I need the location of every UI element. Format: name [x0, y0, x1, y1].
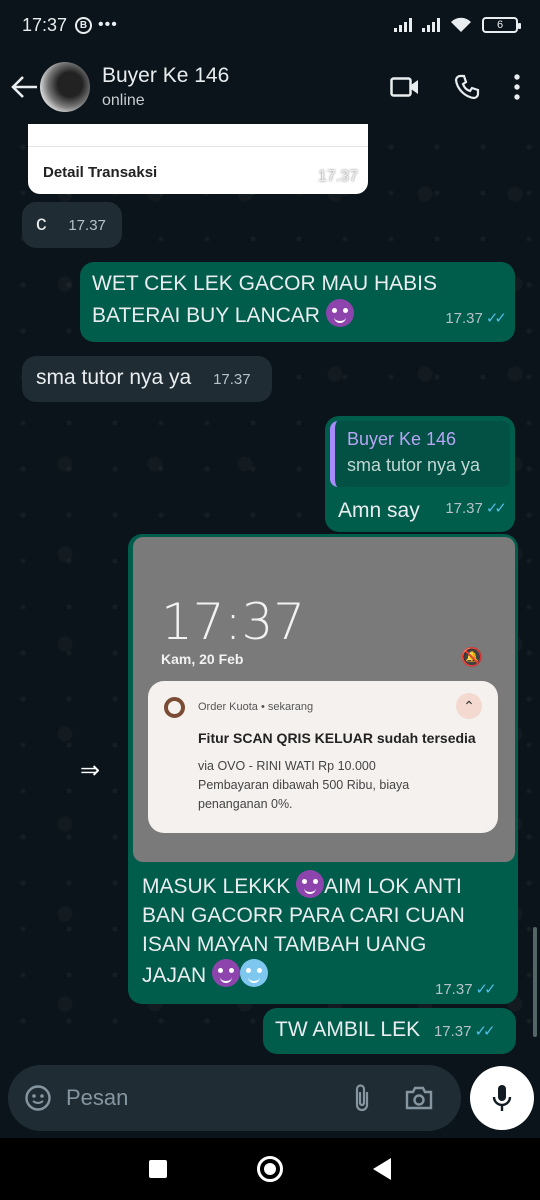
recents-icon[interactable] — [149, 1160, 167, 1178]
chevron-up-icon: ⌃ — [456, 693, 482, 719]
cold-face-emoji-icon — [240, 959, 269, 987]
quoted-name: Buyer Ke 146 — [347, 429, 457, 449]
message-meta: 17.37 ✓✓ — [445, 303, 507, 334]
image-caption: MASUK LEKKK AIM LOK ANTI BAN GACORR PARA… — [142, 870, 502, 990]
read-ticks-icon: ✓✓ — [474, 1023, 495, 1040]
status-bar: 17:37 B ••• 6 — [0, 0, 540, 50]
notification-title: Fitur SCAN QRIS KELUAR sudah tersedia — [198, 730, 476, 746]
message-outgoing-reply[interactable]: Buyer Ke 146 sma tutor nya ya Amn say 17… — [325, 416, 515, 532]
read-ticks-icon: ✓✓ — [485, 310, 507, 327]
message-incoming[interactable]: c 17.37 — [22, 202, 122, 248]
message-time: 17.37 — [68, 217, 106, 234]
composer: Pesan — [0, 1060, 540, 1138]
alarm-icon: 🔕 — [460, 647, 483, 667]
screenshot-image[interactable]: 17:37 Kam, 20 Feb 🔕 Order Kuota • sekara… — [133, 537, 515, 862]
card-label: Detail Transaksi — [43, 164, 158, 181]
mic-icon — [492, 1085, 512, 1111]
message-time: 17.37 — [433, 1023, 472, 1040]
quoted-text: sma tutor nya ya — [347, 455, 481, 475]
field-actions — [353, 1083, 445, 1113]
message-field[interactable]: Pesan — [8, 1065, 461, 1131]
smiling-devil-emoji-icon — [325, 299, 354, 327]
caption-line-1b: AIM LOK ANTI — [324, 875, 462, 898]
message-meta: 17.37 ✓✓ — [445, 493, 507, 524]
message-time: 17.37 — [435, 981, 473, 998]
card-divider — [28, 146, 368, 147]
phone-icon[interactable] — [454, 74, 480, 100]
notification-line-3: penanganan 0%. — [198, 797, 293, 811]
chat-area[interactable]: Detail Transaksi 17.37 c 17.37 WET CEK L… — [0, 124, 540, 1060]
message-meta: 17.37 ✓✓ — [433, 1023, 496, 1040]
battery-icon: 6 — [482, 17, 521, 33]
signal-2-icon — [422, 18, 440, 32]
b-icon: B — [75, 16, 93, 34]
read-ticks-icon: ✓✓ — [485, 500, 507, 517]
lock-clock: 17:37 — [161, 593, 306, 651]
sticker-icon[interactable] — [24, 1084, 52, 1112]
smiling-devil-emoji-icon — [296, 870, 325, 898]
chat-header: Buyer Ke 146 online — [0, 50, 540, 124]
status-time: 17:37 — [22, 14, 68, 35]
system-navbar — [0, 1138, 540, 1200]
transaction-card[interactable]: Detail Transaksi 17.37 — [28, 124, 368, 194]
message-time: 17.37 — [213, 371, 251, 388]
back-nav-icon[interactable] — [373, 1158, 391, 1180]
message-outgoing[interactable]: WET CEK LEK GACOR MAU HABIS BATERAI BUY … — [80, 262, 515, 342]
more-notifications-icon: ••• — [98, 16, 118, 33]
camera-icon[interactable] — [405, 1086, 433, 1110]
read-ticks-icon: ✓✓ — [475, 981, 497, 998]
message-text: c — [36, 212, 47, 235]
attach-icon[interactable] — [353, 1083, 371, 1113]
card-time: 17.37 — [317, 168, 358, 185]
quoted-message[interactable]: Buyer Ke 146 sma tutor nya ya — [330, 421, 510, 487]
screen: 17:37 B ••• 6 Buyer Ke 146 online Detail… — [0, 0, 540, 1200]
notification-app: Order Kuota • sekarang — [198, 701, 314, 713]
message-outgoing[interactable]: TW AMBIL LEK 17.37 ✓✓ — [263, 1008, 516, 1054]
message-time: 17.37 — [445, 310, 483, 327]
lock-date: Kam, 20 Feb — [161, 651, 244, 667]
message-text-2: BATERAI BUY LANCAR — [92, 304, 320, 327]
notification-line-2: Pembayaran dibawah 500 Ribu, biaya — [198, 778, 410, 792]
message-input[interactable]: Pesan — [66, 1085, 353, 1111]
wifi-icon — [451, 17, 471, 32]
more-vert-icon[interactable] — [514, 74, 520, 100]
notification-card: Order Kuota • sekarang ⌃ Fitur SCAN QRIS… — [148, 681, 498, 833]
caption-line-4: JAJAN — [142, 964, 207, 987]
back-arrow-icon[interactable] — [10, 75, 40, 99]
notification-body: via OVO - RINI WATI Rp 10.000 Pembayaran… — [198, 757, 478, 814]
smiling-devil-emoji-icon — [212, 959, 241, 987]
message-time: 17.37 — [445, 500, 483, 517]
mic-button[interactable] — [470, 1066, 534, 1130]
contact-name: Buyer Ke 146 — [102, 64, 230, 87]
home-icon[interactable] — [257, 1156, 283, 1182]
avatar[interactable] — [40, 62, 90, 112]
video-call-icon[interactable] — [390, 76, 420, 98]
forward-icon[interactable]: ⇒ — [80, 756, 100, 785]
scrollbar[interactable] — [533, 927, 537, 1037]
header-actions — [390, 74, 530, 100]
contact-info[interactable]: Buyer Ke 146 online — [102, 64, 229, 110]
order-kuota-icon — [164, 697, 185, 718]
message-text: TW AMBIL LEK — [275, 1018, 421, 1041]
message-meta: 17.37 ✓✓ — [435, 980, 497, 998]
contact-status: online — [102, 92, 145, 109]
status-icons: 6 — [394, 17, 521, 33]
caption-line-3: ISAN MAYAN TAMBAH UANG — [142, 933, 427, 956]
message-text: sma tutor nya ya — [36, 366, 192, 389]
caption-line-2: BAN GACORR PARA CARI CUAN — [142, 904, 465, 927]
message-text: WET CEK LEK GACOR MAU HABIS — [92, 272, 438, 295]
signal-icon — [394, 18, 412, 32]
notification-line-1: via OVO - RINI WATI Rp 10.000 — [198, 759, 376, 773]
caption-line-1a: MASUK LEKKK — [142, 875, 291, 898]
message-incoming[interactable]: sma tutor nya ya 17.37 — [22, 356, 272, 402]
